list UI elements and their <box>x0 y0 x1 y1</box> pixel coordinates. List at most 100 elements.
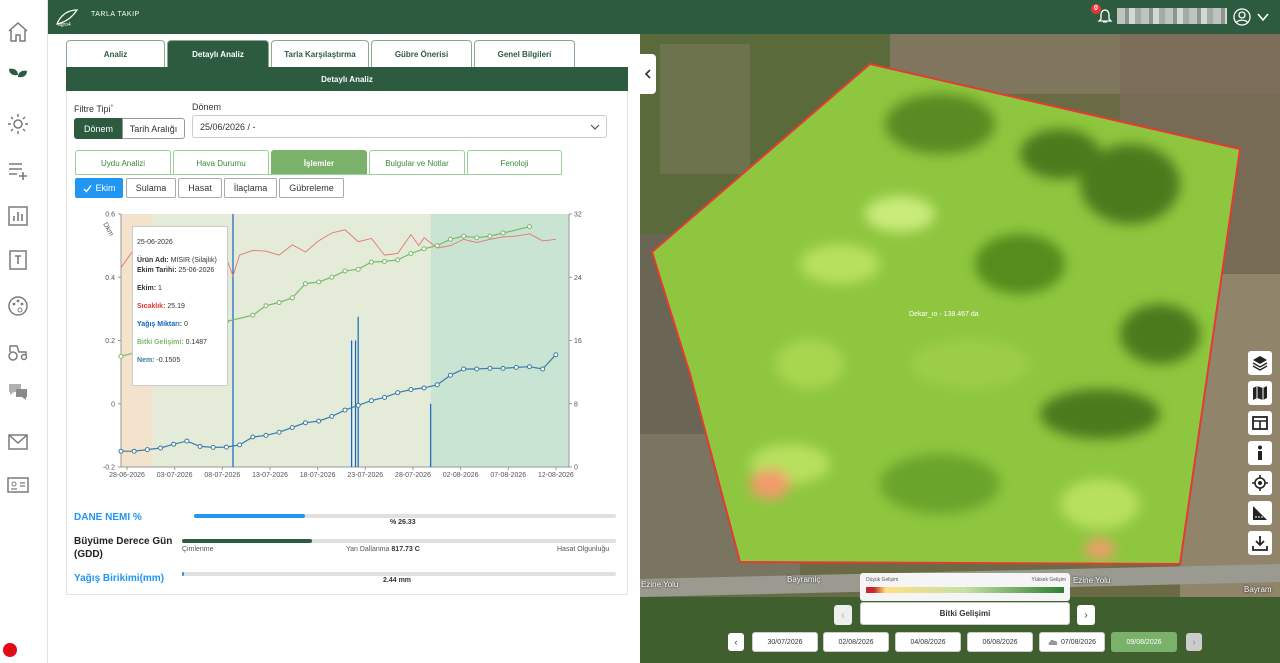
date-chip-active[interactable]: 09/08/2026 <box>1111 632 1177 652</box>
series-point <box>302 420 308 426</box>
sprout-icon[interactable] <box>6 64 30 88</box>
op-hasat-button[interactable]: Hasat <box>178 178 222 198</box>
locate-tool[interactable] <box>1248 471 1272 495</box>
mail-icon[interactable] <box>6 430 30 454</box>
y-axis-left-label: Dkm <box>101 222 114 238</box>
subtab-divider <box>75 174 562 175</box>
layer-next-button[interactable]: › <box>1077 605 1095 625</box>
cloud-icon <box>1048 639 1058 645</box>
x-tick-label: 07-08-2026 <box>490 472 526 479</box>
series-point <box>302 281 308 287</box>
x-tick-label: 18-07-2026 <box>300 472 336 479</box>
series-point <box>118 353 124 359</box>
legend-low-label: Düşük Gelişim <box>866 577 899 583</box>
check-icon <box>83 184 92 193</box>
tab-genel-bilgileri[interactable]: Genel Bilgileri <box>474 40 575 67</box>
download-tool[interactable] <box>1248 531 1272 555</box>
series-point <box>395 257 401 263</box>
subtab-hava-durumu[interactable]: Hava Durumu <box>173 150 269 175</box>
subtab-fenoloji[interactable]: Fenoloji <box>467 150 562 175</box>
layer-select[interactable]: Bitki Gelişimi <box>860 602 1070 625</box>
op-sulama-button[interactable]: Sulama <box>126 178 176 198</box>
top-bar: agro4 TARLA TAKIP 0 <box>48 0 1280 34</box>
layers-tool[interactable] <box>1248 351 1272 375</box>
y-tick-label: -0.2 <box>103 465 115 472</box>
info-tool[interactable] <box>1248 441 1272 465</box>
tab-gubre-onerisi[interactable]: Gübre Önerisi <box>371 40 472 67</box>
series-point <box>355 266 361 272</box>
y-tick-label: 32 <box>574 212 582 219</box>
chat-icon[interactable] <box>6 380 30 404</box>
list-add-icon[interactable] <box>6 158 30 182</box>
language-flag-icon[interactable] <box>3 643 17 657</box>
collapse-panel-button[interactable] <box>640 54 656 94</box>
sun-icon[interactable] <box>6 112 30 136</box>
date-chip[interactable]: 06/08/2026 <box>967 632 1033 652</box>
tab-analiz[interactable]: Analiz <box>66 40 165 67</box>
tractor-icon[interactable] <box>6 340 30 364</box>
series-point <box>276 300 282 306</box>
series-point <box>500 230 506 236</box>
chevron-down-icon[interactable] <box>1256 10 1270 24</box>
agro4-logo-icon[interactable]: agro4 <box>55 6 79 28</box>
op-gubreleme-button[interactable]: Gübreleme <box>279 178 344 198</box>
y-tick-label: 0 <box>111 401 115 408</box>
x-tick-label: 23-07-2026 <box>347 472 383 479</box>
user-avatar-icon[interactable] <box>1233 8 1251 26</box>
x-tick-label: 28-07-2026 <box>395 472 431 479</box>
gdd-stage-start: Çimlenme <box>182 546 214 553</box>
subtab-uydu-analizi[interactable]: Uydu Analizi <box>75 150 171 175</box>
y-tick-label: 16 <box>574 338 582 345</box>
series-point <box>553 352 559 358</box>
ruler-icon <box>1253 506 1267 520</box>
home-icon[interactable] <box>6 20 30 44</box>
field-map[interactable] <box>640 34 1280 663</box>
y-tick-label: 24 <box>574 275 582 282</box>
measure-tool[interactable] <box>1248 501 1272 525</box>
op-ekim-button[interactable]: Ekim <box>75 178 123 198</box>
bell-icon[interactable] <box>1097 8 1113 24</box>
subtab-islemler[interactable]: İşlemler <box>271 150 367 175</box>
subtab-bulgular-ve-notlar[interactable]: Bulgular ve Notlar <box>369 150 465 175</box>
tab-tarla-karsilastirma[interactable]: Tarla Karşılaştırma <box>271 40 369 67</box>
date-prev-button[interactable]: ‹ <box>728 633 744 651</box>
date-chip[interactable]: 04/08/2026 <box>895 632 961 652</box>
series-point <box>474 366 480 372</box>
filter-tarih-araligi-button[interactable]: Tarih Aralığı <box>122 118 185 139</box>
chevron-down-icon <box>590 124 600 130</box>
layers-icon <box>1252 356 1268 371</box>
tooltip-growth: Bitki Gelişimi: 0.1487 <box>137 339 208 346</box>
series-point <box>461 233 467 239</box>
series-point <box>250 312 256 318</box>
bar-chart-icon[interactable] <box>6 204 30 228</box>
split-view-icon <box>1252 416 1268 430</box>
tooltip-moisture: Nem: -0.1505 <box>137 357 181 364</box>
phase-band <box>430 214 569 467</box>
growth-legend: Düşük Gelişim Yüksek Gelişim <box>860 573 1070 601</box>
id-card-icon[interactable] <box>6 473 30 497</box>
rainfall-fill <box>182 572 184 576</box>
gdd-stage-end: Hasat Olgunluğu <box>557 546 610 553</box>
tab-detayli-analiz[interactable]: Detaylı Analiz <box>167 40 269 67</box>
chevron-left-icon <box>644 69 651 79</box>
filter-label: Filtre Tipi* <box>74 104 114 114</box>
date-chip[interactable]: 07/08/2026 <box>1039 632 1105 652</box>
document-t-icon[interactable] <box>6 248 30 272</box>
date-next-button[interactable]: › <box>1186 633 1202 651</box>
period-select[interactable]: 25/06/2026 / - <box>192 115 607 138</box>
series-point <box>540 366 546 372</box>
palette-icon[interactable] <box>6 294 30 318</box>
layer-prev-button[interactable]: ‹ <box>834 605 852 625</box>
filter-donem-button[interactable]: Dönem <box>74 118 123 139</box>
date-chip[interactable]: 02/08/2026 <box>823 632 889 652</box>
op-ekim-label: Ekim <box>95 183 116 193</box>
series-point <box>408 251 414 257</box>
series-point <box>500 365 506 371</box>
series-point <box>184 438 190 444</box>
grain-moisture-track <box>194 514 616 518</box>
op-ilaclama-button[interactable]: İlaçlama <box>224 178 277 198</box>
split-view-tool[interactable] <box>1248 411 1272 435</box>
basemap-tool[interactable] <box>1248 381 1272 405</box>
date-chip[interactable]: 30/07/2026 <box>752 632 818 652</box>
x-tick-label: 03-07-2026 <box>157 472 193 479</box>
